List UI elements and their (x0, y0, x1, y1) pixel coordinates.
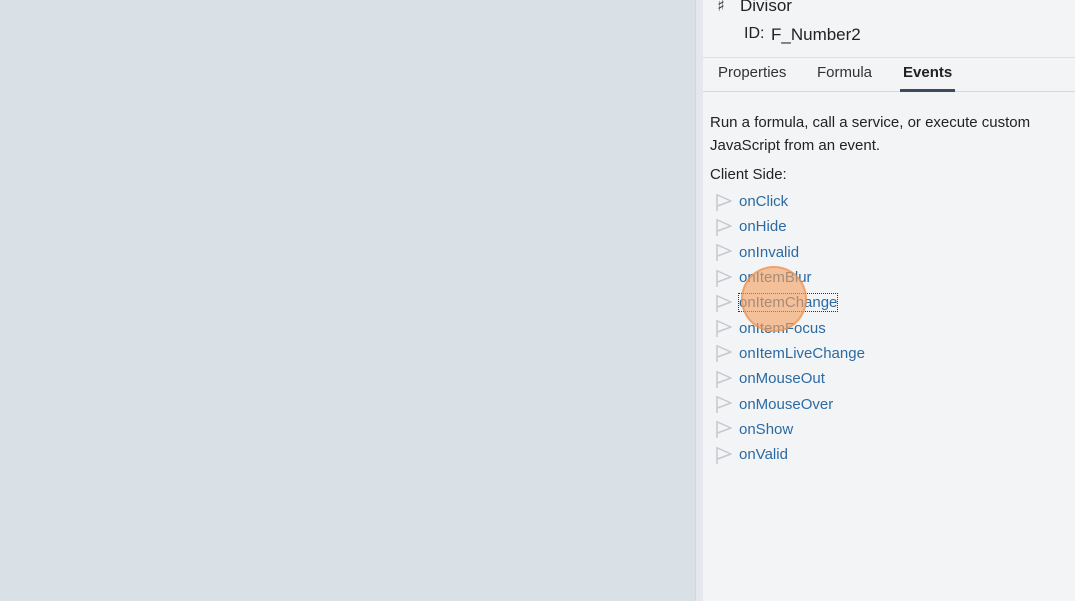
flag-icon (713, 343, 733, 363)
event-link-onshow[interactable]: onShow (739, 421, 793, 438)
event-item[interactable]: onHide (713, 214, 1013, 239)
event-link-onmouseover[interactable]: onMouseOver (739, 396, 833, 413)
event-link-onmouseout[interactable]: onMouseOut (739, 370, 825, 387)
flag-icon (713, 369, 733, 389)
tab-properties[interactable]: Properties (718, 64, 786, 92)
flag-icon (713, 242, 733, 262)
form-canvas[interactable] (0, 0, 695, 601)
flag-icon (713, 217, 733, 237)
flag-icon (713, 318, 733, 338)
number-sign-icon: ♯ (717, 0, 725, 15)
flag-icon (713, 293, 733, 313)
event-item[interactable]: onItemFocus (713, 315, 1013, 340)
event-link-onitemchange[interactable]: onItemChange (737, 293, 839, 313)
event-item[interactable]: onMouseOut (713, 366, 1013, 391)
flag-icon (713, 268, 733, 288)
event-item[interactable]: onItemBlur (713, 265, 1013, 290)
event-link-onvalid[interactable]: onValid (739, 446, 788, 463)
events-list: onClick onHide onInvalid onItemBlur onItemCh… (713, 189, 1013, 467)
event-item[interactable]: onItemLiveChange (713, 341, 1013, 366)
event-link-onitemfocus[interactable]: onItemFocus (739, 320, 826, 337)
event-item[interactable]: onInvalid (713, 240, 1013, 265)
flag-icon (713, 445, 733, 465)
panel-splitter[interactable] (695, 0, 703, 601)
event-item[interactable]: onShow (713, 417, 1013, 442)
flag-icon (713, 394, 733, 414)
event-link-onitemlivechange[interactable]: onItemLiveChange (739, 345, 865, 362)
event-link-onhide[interactable]: onHide (739, 218, 787, 235)
id-value: F_Number2 (771, 25, 861, 44)
event-link-oninvalid[interactable]: onInvalid (739, 244, 799, 261)
event-item[interactable]: onMouseOver (713, 391, 1013, 416)
event-link-onclick[interactable]: onClick (739, 193, 788, 210)
tab-formula[interactable]: Formula (817, 64, 872, 92)
id-label: ID: (744, 25, 765, 42)
flag-icon (713, 192, 733, 212)
client-side-label: Client Side: (710, 166, 787, 183)
event-item[interactable]: onItemChange (713, 290, 1013, 315)
event-link-onitemblur[interactable]: onItemBlur (739, 269, 812, 286)
event-item[interactable]: onClick (713, 189, 1013, 214)
tab-events[interactable]: Events (900, 64, 956, 92)
field-header: ♯ Divisor ID: F_Number2 (703, 0, 1075, 57)
field-name: Divisor (740, 0, 792, 15)
flag-icon (713, 419, 733, 439)
tab-bar: Properties Formula Events (703, 57, 1075, 92)
event-item[interactable]: onValid (713, 442, 1013, 467)
properties-panel: ♯ Divisor ID: F_Number2 Properties Formu… (703, 0, 1075, 601)
events-description: Run a formula, call a service, or execut… (710, 114, 1031, 154)
